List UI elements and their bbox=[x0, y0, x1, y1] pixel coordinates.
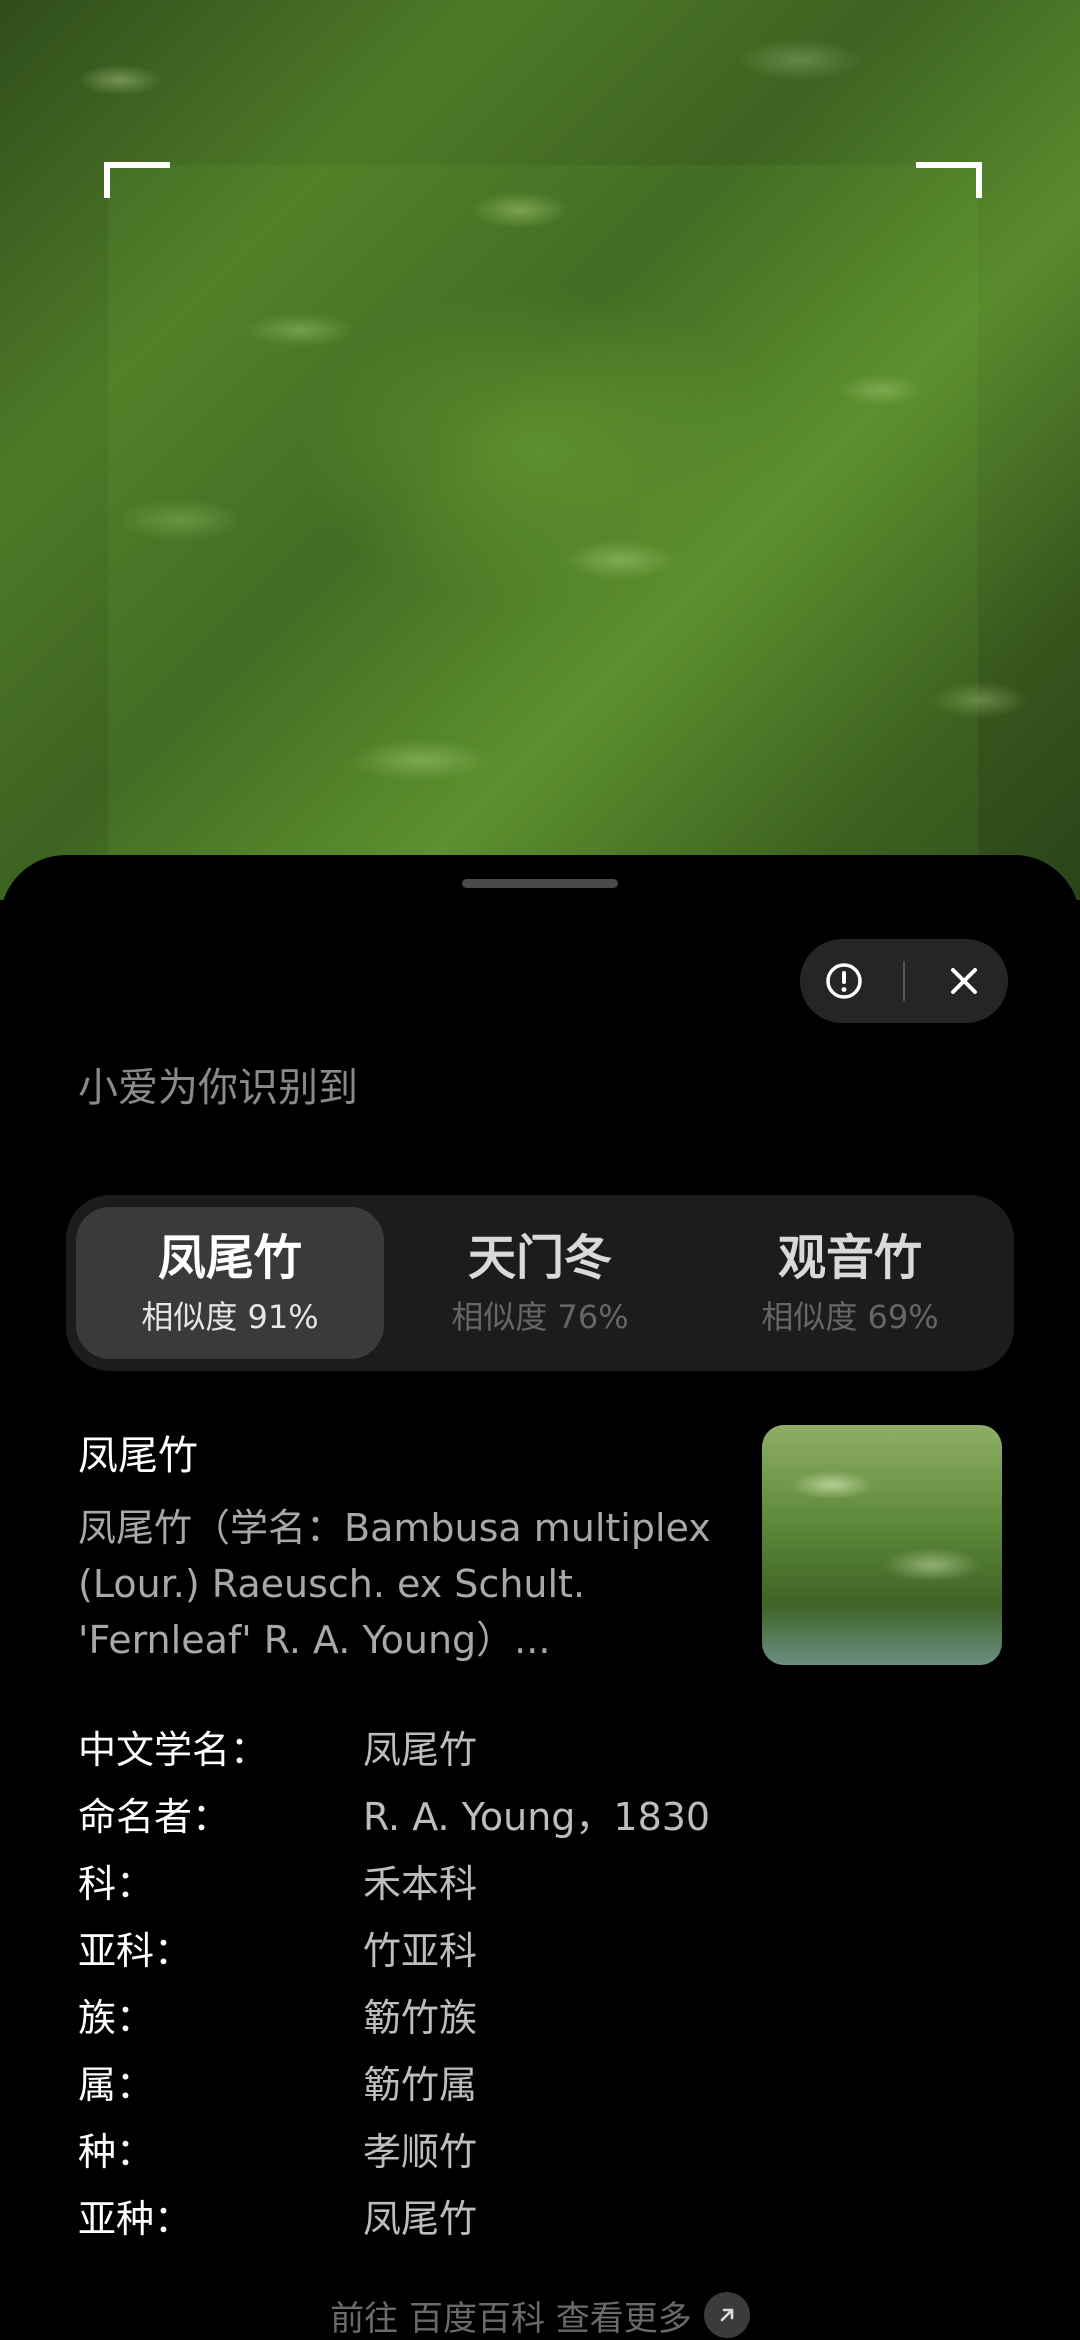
taxonomy-value: 凤尾竹 bbox=[363, 1728, 478, 1772]
scan-region bbox=[108, 165, 978, 885]
arrow-up-right-icon bbox=[703, 2292, 750, 2338]
taxonomy-row: 亚科： 竹亚科 bbox=[78, 1914, 978, 1981]
taxonomy-value: 簕竹族 bbox=[363, 1996, 478, 2040]
result-bottom-sheet: 小爱为你识别到 凤尾竹 相似度 91% 天门冬 相似度 76% 观音竹 相似度 … bbox=[0, 855, 1080, 2340]
taxonomy-label: 亚种： bbox=[78, 2197, 193, 2241]
taxonomy-row: 命名者： R. A. Young，1830 bbox=[78, 1780, 978, 1847]
taxonomy-label: 命名者： bbox=[78, 1795, 231, 1839]
taxonomy-label: 中文学名： bbox=[78, 1728, 269, 1772]
tab-candidate-similarity: 相似度 69% bbox=[761, 1298, 939, 1336]
divider bbox=[902, 961, 905, 1001]
sheet-action-pill bbox=[800, 939, 1008, 1023]
taxonomy-label: 亚科： bbox=[78, 1929, 193, 1973]
taxonomy-row: 种： 孝顺竹 bbox=[78, 2115, 978, 2182]
candidate-tabs: 凤尾竹 相似度 91% 天门冬 相似度 76% 观音竹 相似度 69% bbox=[66, 1195, 1014, 1371]
tab-candidate-similarity: 相似度 91% bbox=[141, 1298, 319, 1336]
sheet-drag-handle[interactable] bbox=[462, 879, 618, 888]
taxonomy-value: 竹亚科 bbox=[363, 1929, 478, 1973]
scan-frame-corner-top-right bbox=[916, 162, 982, 198]
taxonomy-list: 中文学名： 凤尾竹 命名者： R. A. Young，1830 科： 禾本科 亚… bbox=[78, 1713, 978, 2249]
taxonomy-row: 科： 禾本科 bbox=[78, 1847, 978, 1914]
result-heading: 小爱为你识别到 bbox=[78, 1065, 358, 1111]
camera-preview bbox=[0, 0, 1080, 900]
taxonomy-label: 科： bbox=[78, 1862, 155, 1906]
taxonomy-label: 属： bbox=[78, 2063, 155, 2107]
plant-description[interactable]: 凤尾竹（学名：Bambusa multiplex (Lour.) Raeusch… bbox=[78, 1500, 718, 1668]
baike-link[interactable]: 前往 百度百科 查看更多 bbox=[0, 2290, 1080, 2340]
tab-candidate-name: 天门冬 bbox=[467, 1230, 612, 1286]
plant-title: 凤尾竹 bbox=[78, 1433, 198, 1479]
tab-candidate-similarity: 相似度 76% bbox=[451, 1298, 629, 1336]
taxonomy-value: 禾本科 bbox=[363, 1862, 478, 1906]
close-icon[interactable] bbox=[934, 951, 994, 1011]
taxonomy-value: 簕竹属 bbox=[363, 2063, 478, 2107]
scan-frame-corner-top-left bbox=[104, 162, 170, 198]
plant-thumbnail[interactable] bbox=[762, 1425, 1002, 1665]
taxonomy-label: 种： bbox=[78, 2130, 155, 2174]
taxonomy-value: R. A. Young，1830 bbox=[363, 1795, 711, 1839]
tab-candidate-name: 观音竹 bbox=[777, 1230, 922, 1286]
tab-candidate-1[interactable]: 凤尾竹 相似度 91% bbox=[76, 1207, 384, 1359]
taxonomy-label: 族： bbox=[78, 1996, 155, 2040]
taxonomy-row: 中文学名： 凤尾竹 bbox=[78, 1713, 978, 1780]
taxonomy-value: 凤尾竹 bbox=[363, 2197, 478, 2241]
taxonomy-value: 孝顺竹 bbox=[363, 2130, 478, 2174]
tab-candidate-3[interactable]: 观音竹 相似度 69% bbox=[696, 1207, 1004, 1359]
taxonomy-row: 属： 簕竹属 bbox=[78, 2048, 978, 2115]
tab-candidate-2[interactable]: 天门冬 相似度 76% bbox=[386, 1207, 694, 1359]
tab-candidate-name: 凤尾竹 bbox=[157, 1230, 302, 1286]
taxonomy-row: 亚种： 凤尾竹 bbox=[78, 2182, 978, 2249]
info-circle-icon[interactable] bbox=[814, 951, 874, 1011]
baike-link-label: 前往 百度百科 查看更多 bbox=[330, 2298, 692, 2339]
taxonomy-row: 族： 簕竹族 bbox=[78, 1981, 978, 2048]
